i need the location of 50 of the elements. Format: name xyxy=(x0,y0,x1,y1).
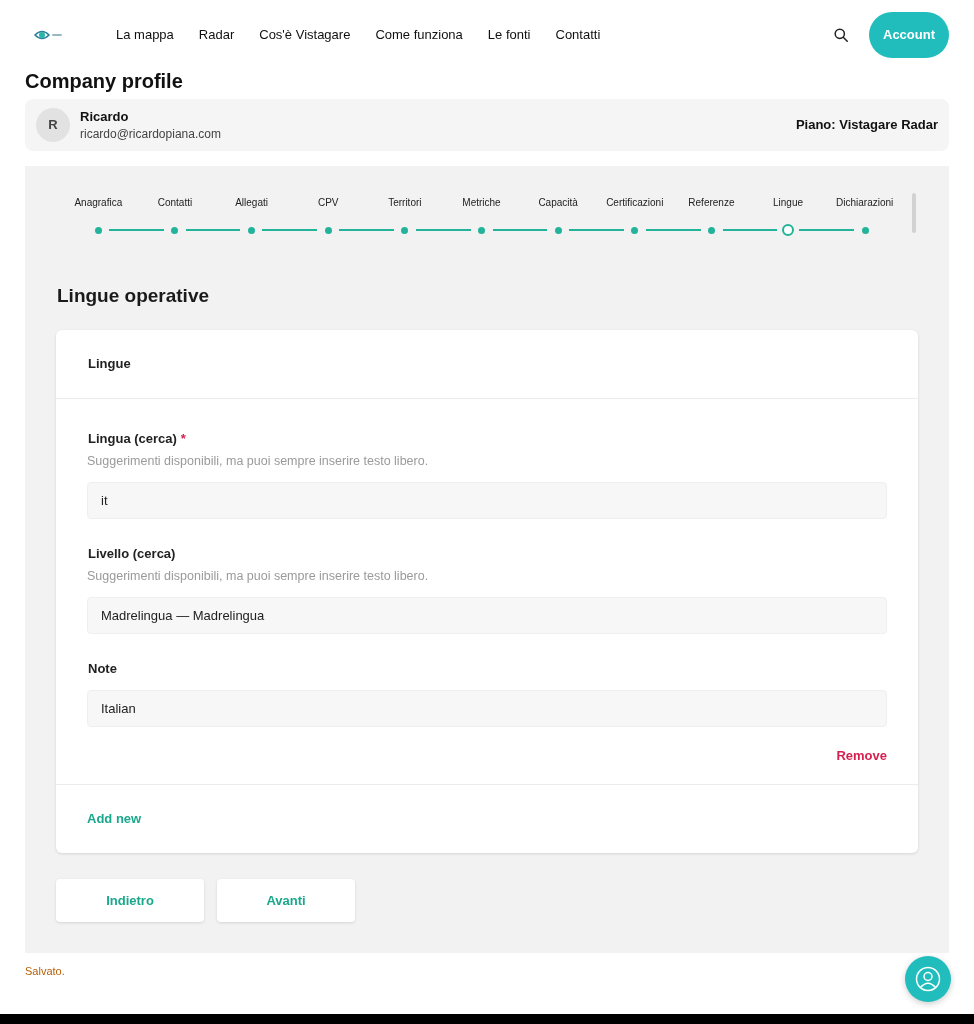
avatar: R xyxy=(36,108,70,142)
search-icon[interactable] xyxy=(834,27,848,42)
step-connector xyxy=(492,229,548,231)
step-label[interactable]: Contatti xyxy=(157,196,193,210)
step-connector xyxy=(185,229,241,231)
card-title: Lingue xyxy=(88,355,131,374)
scrollbar-thumb[interactable] xyxy=(912,193,916,233)
step-label[interactable]: Dichiarazioni xyxy=(836,196,894,210)
remove-link[interactable]: Remove xyxy=(836,747,887,765)
step-label[interactable]: Capacità xyxy=(538,196,578,210)
nav-link[interactable]: Cos'è Vistagare xyxy=(259,24,351,45)
step-connector xyxy=(645,229,701,231)
step-connector xyxy=(799,229,855,231)
step-connector xyxy=(569,229,624,231)
plan-label: Piano: Vistagare Radar xyxy=(795,116,938,135)
step-label[interactable]: Lingue xyxy=(773,196,804,210)
step-connector xyxy=(109,229,164,231)
input-field[interactable]: it xyxy=(87,482,887,519)
step-connector xyxy=(339,229,394,231)
field-label: Lingua (cerca) xyxy=(88,430,177,449)
save-status: Salvato. xyxy=(25,964,66,978)
step-label[interactable]: Allegati xyxy=(235,196,268,210)
required-mark: * xyxy=(180,430,186,449)
nav-link[interactable]: Come funziona xyxy=(375,24,463,45)
section-title: Lingue operative xyxy=(56,284,211,308)
step-connector xyxy=(415,229,471,231)
input-field[interactable]: Italian xyxy=(87,690,887,727)
step-label[interactable]: CPV xyxy=(317,196,339,210)
nav-link[interactable]: Contatti xyxy=(555,24,601,45)
step-connector xyxy=(262,229,318,231)
step-label[interactable]: Territori xyxy=(388,196,422,210)
current-step-ring-icon[interactable] xyxy=(782,224,795,236)
user-email: ricardo@ricardopiana.com xyxy=(80,125,221,142)
nav-link[interactable]: La mappa xyxy=(116,24,174,45)
user-name: Ricardo xyxy=(80,108,130,125)
step-label[interactable]: Anagrafica xyxy=(74,196,123,210)
field-hint: Suggerimenti disponibili, ma puoi sempre inserire testo libero. xyxy=(87,453,430,470)
page-title: Company profile xyxy=(25,69,184,93)
field-label: Note xyxy=(88,660,117,679)
field-hint: Suggerimenti disponibili, ma puoi sempre inserire testo libero. xyxy=(87,568,430,585)
step-label[interactable]: Metriche xyxy=(462,196,501,210)
input-field[interactable]: Madrelingua — Madrelingua xyxy=(87,597,887,634)
step-label[interactable]: Referenze xyxy=(688,196,735,210)
field-label: Livello (cerca) xyxy=(88,545,176,564)
step-label[interactable]: Certificazioni xyxy=(606,196,664,210)
nav-link[interactable]: Radar xyxy=(198,24,235,45)
support-button[interactable] xyxy=(905,956,951,1002)
step-connector xyxy=(722,229,778,231)
user-icon xyxy=(915,966,941,992)
nav-link[interactable]: Le fonti xyxy=(487,24,531,45)
